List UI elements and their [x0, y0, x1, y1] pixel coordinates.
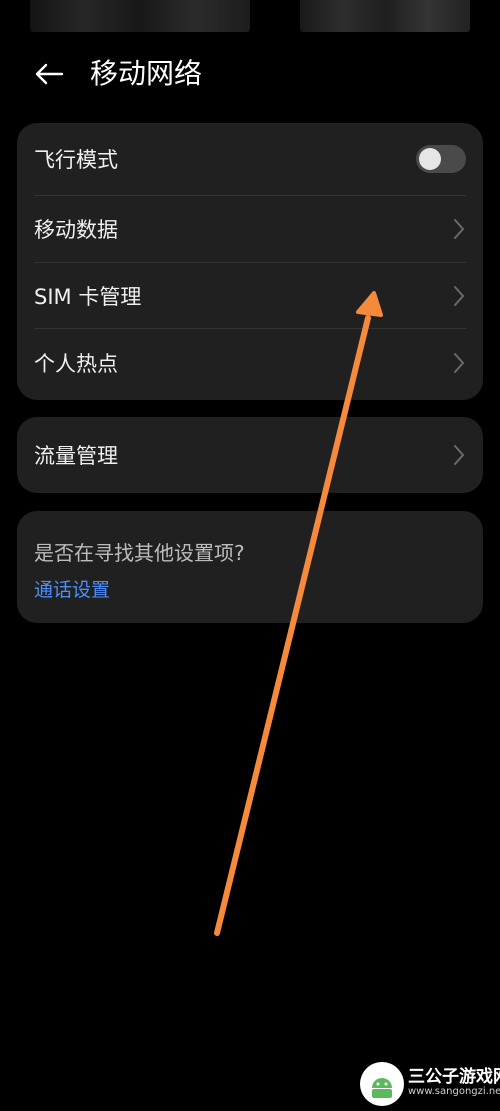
chevron-right-icon: [454, 219, 465, 239]
row-personal-hotspot[interactable]: 个人热点: [17, 329, 483, 397]
page-title: 移动网络: [90, 57, 203, 90]
header: 移动网络: [0, 50, 500, 100]
settings-card-main: 飞行模式 移动数据 SIM 卡管理 个人热点: [17, 123, 483, 400]
status-bar-right-blurred: [300, 0, 470, 32]
row-label: 移动数据: [34, 218, 118, 242]
chevron-right-icon: [454, 445, 465, 465]
row-traffic-management[interactable]: 流量管理: [17, 417, 483, 493]
status-bar-left-blurred: [30, 0, 250, 32]
hint-question: 是否在寻找其他设置项?: [34, 541, 245, 565]
back-button[interactable]: [26, 54, 72, 94]
airplane-mode-toggle[interactable]: [416, 145, 466, 173]
settings-card-traffic: 流量管理: [17, 417, 483, 493]
chevron-right-icon: [454, 285, 465, 306]
back-arrow-icon: [35, 63, 64, 85]
toggle-knob: [419, 148, 441, 170]
row-mobile-data[interactable]: 移动数据: [17, 196, 483, 262]
hint-card: 是否在寻找其他设置项? 通话设置: [17, 511, 483, 623]
row-label: 流量管理: [34, 444, 118, 468]
call-settings-link[interactable]: 通话设置: [34, 575, 110, 602]
row-sim-management[interactable]: SIM 卡管理: [17, 263, 483, 328]
row-label: 个人热点: [34, 352, 118, 376]
chevron-right-icon: [454, 353, 465, 373]
row-label: 飞行模式: [34, 148, 118, 172]
watermark: 三公子游戏网 www.sangongzi.net: [360, 1050, 500, 1111]
watermark-title: 三公子游戏网: [408, 1067, 500, 1087]
watermark-url: www.sangongzi.net: [408, 1086, 500, 1097]
android-logo-icon: [360, 1062, 404, 1106]
row-label: SIM 卡管理: [34, 284, 142, 309]
row-airplane-mode[interactable]: 飞行模式: [17, 123, 483, 195]
status-bar: [0, 0, 500, 40]
